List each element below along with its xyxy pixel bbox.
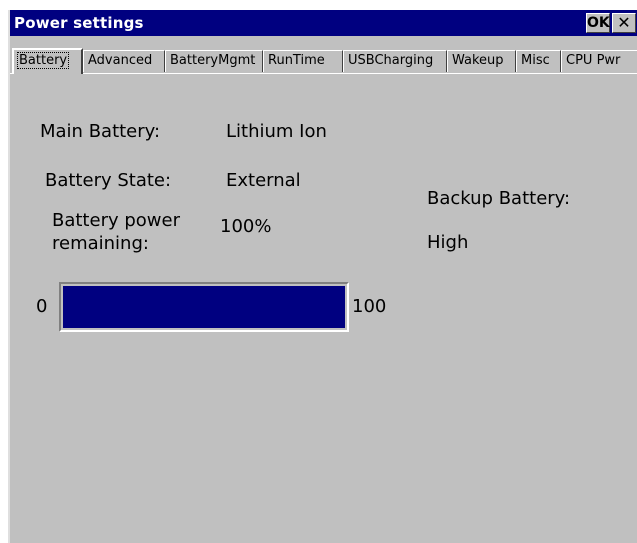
tab-battery[interactable]: Battery <box>12 48 83 74</box>
title-bar: Power settings OK ✕ <box>10 10 637 36</box>
battery-remaining-label-line1: Battery power <box>52 210 180 231</box>
progress-min-label: 0 <box>36 296 48 317</box>
tab-baseline <box>10 73 637 74</box>
tab-label: Misc <box>521 53 550 68</box>
tab-label: Battery <box>16 52 70 69</box>
tab-batterymgmt[interactable]: BatteryMgmt <box>165 50 263 72</box>
battery-state-label: Battery State: <box>45 170 172 191</box>
battery-state-value: External <box>226 170 301 191</box>
tab-misc[interactable]: Misc <box>516 50 561 72</box>
backup-battery-value: High <box>427 232 469 253</box>
battery-progress-fill <box>63 286 345 328</box>
main-battery-label: Main Battery: <box>40 121 161 142</box>
tab-cpu-pwr[interactable]: CPU Pwr <box>561 50 637 72</box>
tab-label: RunTime <box>268 53 325 68</box>
tab-strip: Battery Advanced BatteryMgmt RunTime USB… <box>10 48 637 74</box>
tab-label: Wakeup <box>452 53 504 68</box>
ok-button[interactable]: OK <box>586 13 610 33</box>
tab-label: CPU Pwr <box>566 53 621 68</box>
tab-advanced[interactable]: Advanced <box>83 50 165 72</box>
tab-runtime[interactable]: RunTime <box>263 50 343 72</box>
battery-progress-bar <box>59 282 349 332</box>
tab-label: BatteryMgmt <box>170 53 256 68</box>
close-icon: ✕ <box>617 13 631 32</box>
progress-max-label: 100 <box>352 296 387 317</box>
tab-label: Advanced <box>88 53 153 68</box>
power-settings-window: Power settings OK ✕ Battery Advanced Bat… <box>8 10 637 543</box>
tab-wakeup[interactable]: Wakeup <box>447 50 516 72</box>
backup-battery-label: Backup Battery: <box>427 188 571 209</box>
battery-remaining-value: 100% <box>220 216 272 237</box>
battery-remaining-label-line2: remaining: <box>52 233 149 254</box>
main-battery-value: Lithium Ion <box>226 121 327 142</box>
window-title: Power settings <box>14 14 144 32</box>
close-button[interactable]: ✕ <box>612 13 636 33</box>
tab-label: USBCharging <box>348 53 434 68</box>
tab-usbcharging[interactable]: USBCharging <box>343 50 447 72</box>
